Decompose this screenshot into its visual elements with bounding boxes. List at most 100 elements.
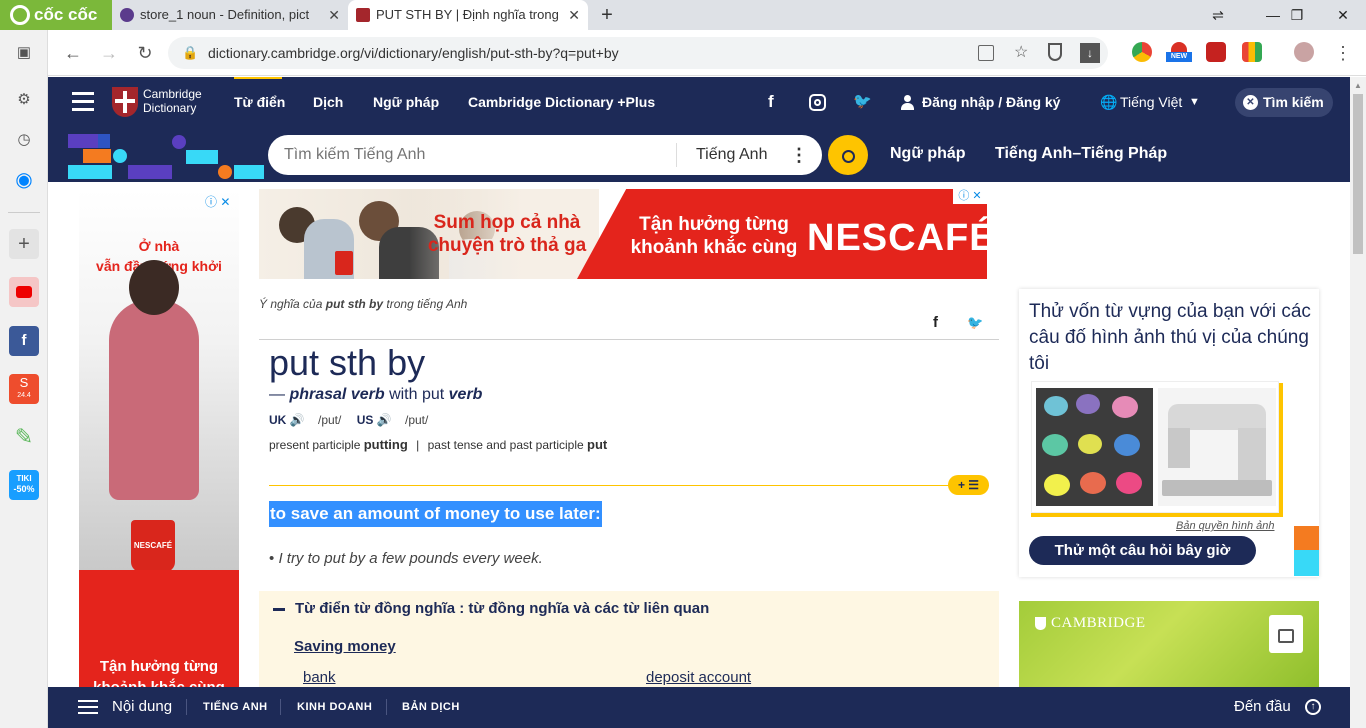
more-options-icon[interactable]: ⋮ <box>790 135 808 175</box>
color-extension-icon[interactable] <box>1242 42 1262 62</box>
cambridge-crest-icon <box>112 87 138 117</box>
sidebar-divider <box>8 212 40 213</box>
tab-english[interactable]: TIẾNG ANH <box>203 687 268 728</box>
language-selector[interactable]: Tiếng Việt <box>1120 77 1182 129</box>
related-word-link[interactable]: bank <box>303 669 336 686</box>
site-logo[interactable]: Cambridge Dictionary <box>143 87 202 115</box>
related-word-link[interactable]: deposit account <box>646 669 751 686</box>
scroll-thumb[interactable] <box>1353 94 1363 254</box>
nav-translate[interactable]: Dịch <box>313 77 343 129</box>
new-tab-button[interactable]: + <box>596 0 618 30</box>
user-icon <box>901 95 914 110</box>
uk-audio-speaker-icon[interactable]: 🔊 <box>290 413 305 427</box>
banner-advertisement[interactable]: Sum họp cả nhà chuyện trò thả ga Tận hưở… <box>259 189 987 279</box>
page-scrollbar[interactable]: ▲ <box>1350 77 1366 728</box>
thesaurus-topic-link[interactable]: Saving money <box>294 638 396 655</box>
news-extension-icon[interactable]: NEW <box>1166 42 1192 62</box>
facebook-icon[interactable]: f <box>768 77 774 129</box>
shopee-icon[interactable]: S 24.4 <box>9 374 39 404</box>
left-advertisement[interactable]: ⓘ ✕ Ở nhà vẫn đầy hứng khởi NESCAFÉ Tận … <box>79 190 239 687</box>
forward-icon[interactable]: → <box>96 40 122 66</box>
close-tab-icon[interactable]: ✕ <box>328 0 340 30</box>
scroll-up-icon[interactable]: ▲ <box>1354 81 1362 90</box>
dictionary-entry: Ý nghĩa của put sth by trong tiếng Anh f… <box>259 290 999 691</box>
back-icon[interactable]: ← <box>60 40 86 66</box>
header-divider <box>259 339 999 340</box>
example-sentence: • I try to put by a few pounds every wee… <box>269 550 543 567</box>
shield-icon[interactable] <box>1048 43 1062 61</box>
browser-tab-put-sth-by[interactable]: PUT STH BY | Định nghĩa trong ✕ <box>348 0 588 30</box>
browser-sidebar: ▣ ⚙ ◷ ◉ + f S 24.4 ✎ TIKI -50% <box>0 30 48 728</box>
gear-icon[interactable]: ⚙ <box>9 85 39 115</box>
sidebar-toggle-icon[interactable]: ▣ <box>9 38 39 68</box>
logo-line1: Cambridge <box>143 87 202 101</box>
twitter-icon[interactable]: 🐦 <box>853 77 872 129</box>
bottom-divider <box>386 699 387 715</box>
search-button[interactable] <box>828 135 868 175</box>
collapse-icon[interactable] <box>273 608 285 611</box>
us-audio-speaker-icon[interactable]: 🔊 <box>377 413 392 427</box>
browser-toolbar: ← → ↻ 🔒 dictionary.cambridge.org/vi/dict… <box>48 30 1366 76</box>
uk-pronunciation: /put/ <box>317 413 342 427</box>
nescafe-mug: NESCAFÉ <box>131 520 175 572</box>
video-extension-icon[interactable] <box>1206 42 1226 62</box>
cambridge-shield-icon <box>1035 617 1046 630</box>
browser-logo[interactable]: cốc cốc <box>0 0 112 30</box>
adchoices-icon[interactable]: ⓘ ✕ <box>953 189 987 204</box>
facebook-icon[interactable]: f <box>9 326 39 356</box>
contents-button[interactable]: Nội dung <box>112 687 172 728</box>
messenger-icon[interactable]: ◉ <box>9 165 39 195</box>
chrome-extension-icon[interactable] <box>1132 42 1152 62</box>
pronunciation-row: UK 🔊 /put/ US 🔊 /put/ <box>269 413 428 427</box>
search-input[interactable] <box>284 135 664 175</box>
quiz-image[interactable] <box>1031 381 1279 513</box>
add-to-wordlist-button[interactable]: + ☰ <box>948 475 989 495</box>
maximize-icon[interactable]: ❐ <box>1274 0 1320 30</box>
close-window-icon[interactable]: ✕ <box>1320 0 1366 30</box>
translate-icon[interactable] <box>978 45 994 61</box>
dictionary-selector[interactable]: Tiếng Anh <box>696 135 767 175</box>
pos-verb[interactable]: verb <box>449 386 483 403</box>
download-icon[interactable]: ↓ <box>1080 43 1100 63</box>
thesaurus-title[interactable]: Từ điển từ đồng nghĩa : từ đồng nghĩa và… <box>295 600 709 617</box>
address-bar[interactable]: 🔒 dictionary.cambridge.org/vi/dictionary… <box>168 37 1108 69</box>
browser-tab-bar: cốc cốc store_1 noun - Definition, pict … <box>0 0 1366 30</box>
login-link[interactable]: Đăng nhập / Đăng ký <box>922 77 1060 129</box>
nav-dictionary[interactable]: Từ điển <box>234 77 285 129</box>
definition: to save an amount of money to use later: <box>269 501 602 527</box>
nav-plus[interactable]: Cambridge Dictionary +Plus <box>468 77 655 129</box>
leaf-icon[interactable]: ✎ <box>9 422 39 452</box>
quiz-start-button[interactable]: Thử một câu hỏi bây giờ <box>1029 536 1256 565</box>
quiz-text: Thử vốn từ vựng của bạn với các câu đố h… <box>1029 301 1311 374</box>
browser-tab-store[interactable]: store_1 noun - Definition, pict ✕ <box>112 0 348 30</box>
grammar-link[interactable]: Ngữ pháp <box>890 129 966 182</box>
adchoices-icon[interactable]: ⓘ ✕ <box>205 193 230 210</box>
facebook-share-icon[interactable]: f <box>933 314 938 331</box>
instagram-icon[interactable] <box>809 94 826 111</box>
english-french-link[interactable]: Tiếng Anh–Tiếng Pháp <box>995 129 1167 182</box>
image-credit-link[interactable]: Bản quyền hình ảnh <box>1176 520 1274 532</box>
add-icon[interactable]: + <box>9 229 39 259</box>
youtube-icon[interactable] <box>9 277 39 307</box>
menu-icon[interactable]: ⋮ <box>1330 40 1356 66</box>
close-tab-icon[interactable]: ✕ <box>568 0 580 30</box>
twitter-share-icon[interactable]: 🐦 <box>967 315 983 331</box>
nav-grammar[interactable]: Ngữ pháp <box>373 77 439 129</box>
tab-business[interactable]: KINH DOANH <box>297 687 372 728</box>
tab-menu-icon[interactable]: ⇌ <box>1195 0 1241 30</box>
cambridge-exam-ad[interactable]: CAMBRIDGE <box>1019 601 1319 687</box>
arrow-up-icon[interactable]: ↑ <box>1305 699 1321 715</box>
reload-icon[interactable]: ↻ <box>132 40 158 66</box>
search-toggle-button[interactable]: ✕ Tìm kiếm <box>1235 88 1333 117</box>
profile-avatar[interactable] <box>1294 42 1314 62</box>
star-icon[interactable]: ☆ <box>1014 37 1028 69</box>
cambridge-favicon-icon <box>356 8 370 22</box>
contents-menu-icon[interactable] <box>78 700 98 715</box>
tab-translations[interactable]: BẢN DỊCH <box>402 687 460 728</box>
tiki-icon[interactable]: TIKI -50% <box>9 470 39 500</box>
back-to-top-link[interactable]: Đến đầu <box>1234 687 1291 728</box>
tiki-sale: -50% <box>13 484 35 494</box>
hamburger-menu-icon[interactable] <box>72 92 94 112</box>
meaning-breadcrumb: Ý nghĩa của put sth by trong tiếng Anh <box>259 297 467 311</box>
history-icon[interactable]: ◷ <box>9 125 39 155</box>
